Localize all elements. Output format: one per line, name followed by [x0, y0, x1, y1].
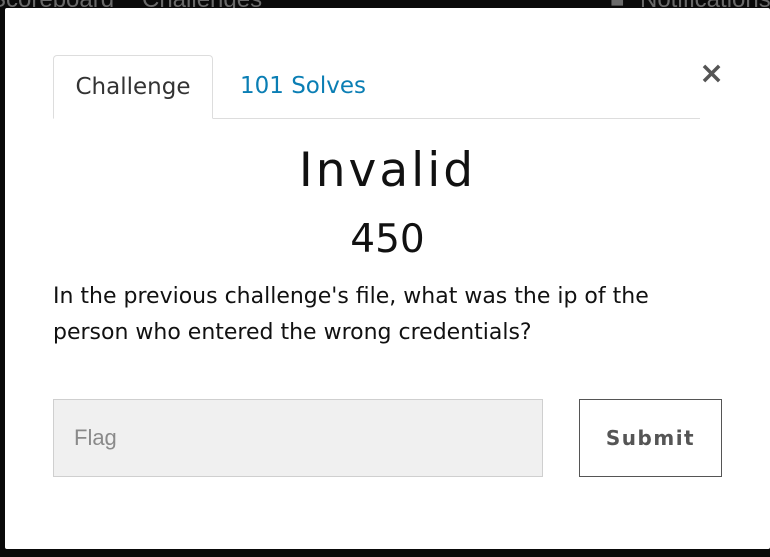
backdrop-navbar: Scoreboard Challenges ■ Notifications [0, 0, 770, 8]
nav-item-scoreboard[interactable]: Scoreboard [0, 0, 114, 8]
close-icon[interactable]: × [699, 59, 724, 89]
challenge-description: In the previous challenge's file, what w… [53, 284, 649, 345]
modal-tabs: Challenge 101 Solves [53, 55, 700, 119]
challenge-title: Invalid [298, 143, 477, 198]
bell-icon: ■ [610, 0, 625, 8]
challenge-points: 450 [350, 217, 425, 262]
nav-item-challenges[interactable]: Challenges [142, 0, 262, 8]
flag-input[interactable] [53, 399, 543, 477]
submit-button[interactable]: Submit [579, 399, 722, 477]
challenge-modal: Challenge 101 Solves × Invalid 450 In th… [5, 8, 770, 549]
nav-item-notifications[interactable]: Notifications [640, 0, 770, 8]
tab-solves[interactable]: 101 Solves [240, 55, 366, 118]
tab-challenge[interactable]: Challenge [53, 55, 213, 119]
